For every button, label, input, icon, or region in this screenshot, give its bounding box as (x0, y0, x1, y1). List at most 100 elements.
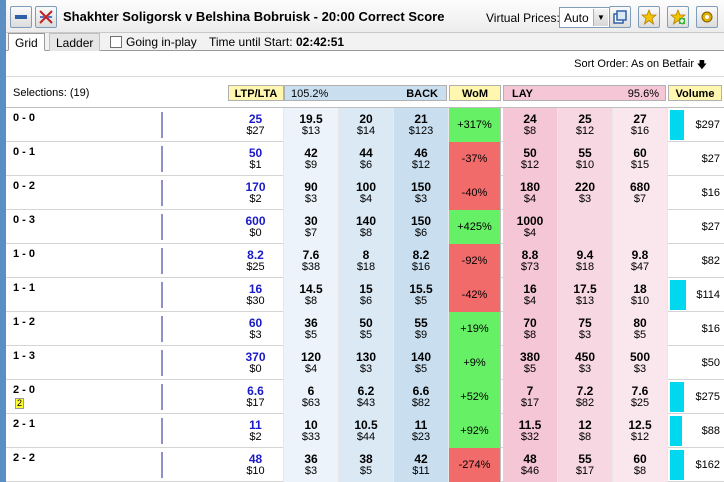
lay-price-cell[interactable]: 16 $4 (503, 278, 558, 312)
lay-price-cell[interactable]: 450 $3 (558, 346, 613, 380)
lay-price-cell[interactable]: 7 $17 (503, 380, 558, 414)
lay-price-cell[interactable]: 500 $3 (613, 346, 668, 380)
ltp-cell[interactable]: 25 $27 (228, 108, 284, 142)
ltp-cell[interactable]: 16 $30 (228, 278, 284, 312)
selection-name[interactable]: 0 - 2 (13, 180, 35, 192)
lay-price-cell[interactable]: 17.5 $13 (558, 278, 613, 312)
lay-price-cell[interactable]: 9.4 $18 (558, 244, 613, 278)
lay-price-cell[interactable]: 27 $16 (613, 108, 668, 142)
back-price-cell[interactable]: 7.6 $38 (284, 244, 339, 278)
lay-price-cell[interactable]: 80 $5 (613, 312, 668, 346)
back-price-cell[interactable]: 15.5 $5 (394, 278, 449, 312)
lay-price-cell[interactable]: 11.5 $32 (503, 414, 558, 448)
back-header[interactable]: 105.2% BACK (284, 85, 447, 101)
lay-price-cell[interactable]: 7.2 $82 (558, 380, 613, 414)
virtual-prices-select[interactable]: Auto ▼ (559, 7, 610, 28)
tab-grid[interactable]: Grid (8, 33, 45, 51)
selection-name[interactable]: 0 - 3 (13, 214, 35, 226)
lay-price-cell[interactable]: 380 $5 (503, 346, 558, 380)
add-favourite-button[interactable] (667, 6, 689, 28)
lay-price-cell[interactable]: 9.8 $47 (613, 244, 668, 278)
lay-price-cell[interactable]: 55 $17 (558, 448, 613, 482)
back-price-cell[interactable]: 36 $3 (284, 448, 339, 482)
ltp-cell[interactable]: 11 $2 (228, 414, 284, 448)
ltp-cell[interactable]: 6.6 $17 (228, 380, 284, 414)
back-price-cell[interactable]: 140 $8 (339, 210, 394, 244)
back-price-cell[interactable]: 90 $3 (284, 176, 339, 210)
back-price-cell[interactable]: 42 $11 (394, 448, 449, 482)
popout-window-button[interactable] (609, 6, 631, 28)
back-price-cell[interactable]: 38 $5 (339, 448, 394, 482)
lay-price-cell[interactable]: 12.5 $12 (613, 414, 668, 448)
back-price-cell[interactable]: 30 $7 (284, 210, 339, 244)
settings-button[interactable] (696, 6, 718, 28)
back-price-cell[interactable]: 10 $33 (284, 414, 339, 448)
selection-name[interactable]: 2 - 1 (13, 418, 35, 430)
back-price-cell[interactable]: 150 $3 (394, 176, 449, 210)
ltp-cell[interactable]: 50 $1 (228, 142, 284, 176)
back-price-cell[interactable]: 11 $23 (394, 414, 449, 448)
back-price-cell[interactable]: 100 $4 (339, 176, 394, 210)
lay-price-cell[interactable]: 55 $10 (558, 142, 613, 176)
volume-header[interactable]: Volume (668, 85, 722, 101)
minimize-button[interactable] (10, 6, 32, 28)
selection-name[interactable]: 1 - 0 (13, 248, 35, 260)
selection-name[interactable]: 1 - 3 (13, 350, 35, 362)
selection-name[interactable]: 0 - 1 (13, 146, 35, 158)
lay-price-cell[interactable]: 48 $46 (503, 448, 558, 482)
chevron-down-icon[interactable]: ▼ (593, 9, 608, 26)
lay-price-cell[interactable]: 220 $3 (558, 176, 613, 210)
selection-name[interactable]: 1 - 1 (13, 282, 35, 294)
lay-price-cell[interactable]: 50 $12 (503, 142, 558, 176)
favourite-button[interactable] (638, 6, 660, 28)
lay-price-cell[interactable]: 60 $15 (613, 142, 668, 176)
back-price-cell[interactable]: 55 $9 (394, 312, 449, 346)
back-price-cell[interactable]: 46 $12 (394, 142, 449, 176)
lay-price-cell[interactable]: 8.8 $73 (503, 244, 558, 278)
back-price-cell[interactable]: 21 $123 (394, 108, 449, 142)
ltp-cell[interactable]: 370 $0 (228, 346, 284, 380)
ltp-cell[interactable]: 48 $10 (228, 448, 284, 482)
lay-price-cell[interactable]: 24 $8 (503, 108, 558, 142)
lay-price-cell[interactable] (613, 210, 668, 244)
back-price-cell[interactable]: 15 $6 (339, 278, 394, 312)
back-price-cell[interactable]: 6.6 $82 (394, 380, 449, 414)
lay-price-cell[interactable]: 18 $10 (613, 278, 668, 312)
ltp-lta-header[interactable]: LTP/LTA (228, 85, 284, 101)
lay-price-cell[interactable]: 12 $8 (558, 414, 613, 448)
lay-price-cell[interactable]: 60 $8 (613, 448, 668, 482)
lay-price-cell[interactable]: 25 $12 (558, 108, 613, 142)
back-price-cell[interactable]: 8 $18 (339, 244, 394, 278)
back-price-cell[interactable]: 6 $63 (284, 380, 339, 414)
selection-name[interactable]: 1 - 2 (13, 316, 35, 328)
back-price-cell[interactable]: 36 $5 (284, 312, 339, 346)
back-price-cell[interactable]: 10.5 $44 (339, 414, 394, 448)
tab-ladder[interactable]: Ladder (49, 33, 101, 51)
back-price-cell[interactable]: 130 $3 (339, 346, 394, 380)
ltp-cell[interactable]: 60 $3 (228, 312, 284, 346)
lay-price-cell[interactable]: 680 $7 (613, 176, 668, 210)
lay-price-cell[interactable] (558, 210, 613, 244)
ltp-cell[interactable]: 600 $0 (228, 210, 284, 244)
back-price-cell[interactable]: 20 $14 (339, 108, 394, 142)
back-price-cell[interactable]: 120 $4 (284, 346, 339, 380)
lay-price-cell[interactable]: 75 $3 (558, 312, 613, 346)
lay-price-cell[interactable]: 1000 $4 (503, 210, 558, 244)
back-price-cell[interactable]: 50 $5 (339, 312, 394, 346)
sort-order-button[interactable]: Sort Order: As on Betfair (574, 58, 694, 70)
lay-price-cell[interactable]: 70 $8 (503, 312, 558, 346)
back-price-cell[interactable]: 140 $5 (394, 346, 449, 380)
going-inplay-checkbox[interactable] (110, 36, 122, 48)
lay-price-cell[interactable]: 180 $4 (503, 176, 558, 210)
back-price-cell[interactable]: 42 $9 (284, 142, 339, 176)
back-price-cell[interactable]: 6.2 $43 (339, 380, 394, 414)
ltp-cell[interactable]: 170 $2 (228, 176, 284, 210)
back-price-cell[interactable]: 19.5 $13 (284, 108, 339, 142)
back-price-cell[interactable]: 44 $6 (339, 142, 394, 176)
selection-name[interactable]: 0 - 0 (13, 112, 35, 124)
selection-name[interactable]: 2 - 0 (13, 384, 35, 396)
back-price-cell[interactable]: 150 $6 (394, 210, 449, 244)
ltp-cell[interactable]: 8.2 $25 (228, 244, 284, 278)
lay-price-cell[interactable]: 7.6 $25 (613, 380, 668, 414)
wom-header[interactable]: WoM (449, 85, 501, 101)
